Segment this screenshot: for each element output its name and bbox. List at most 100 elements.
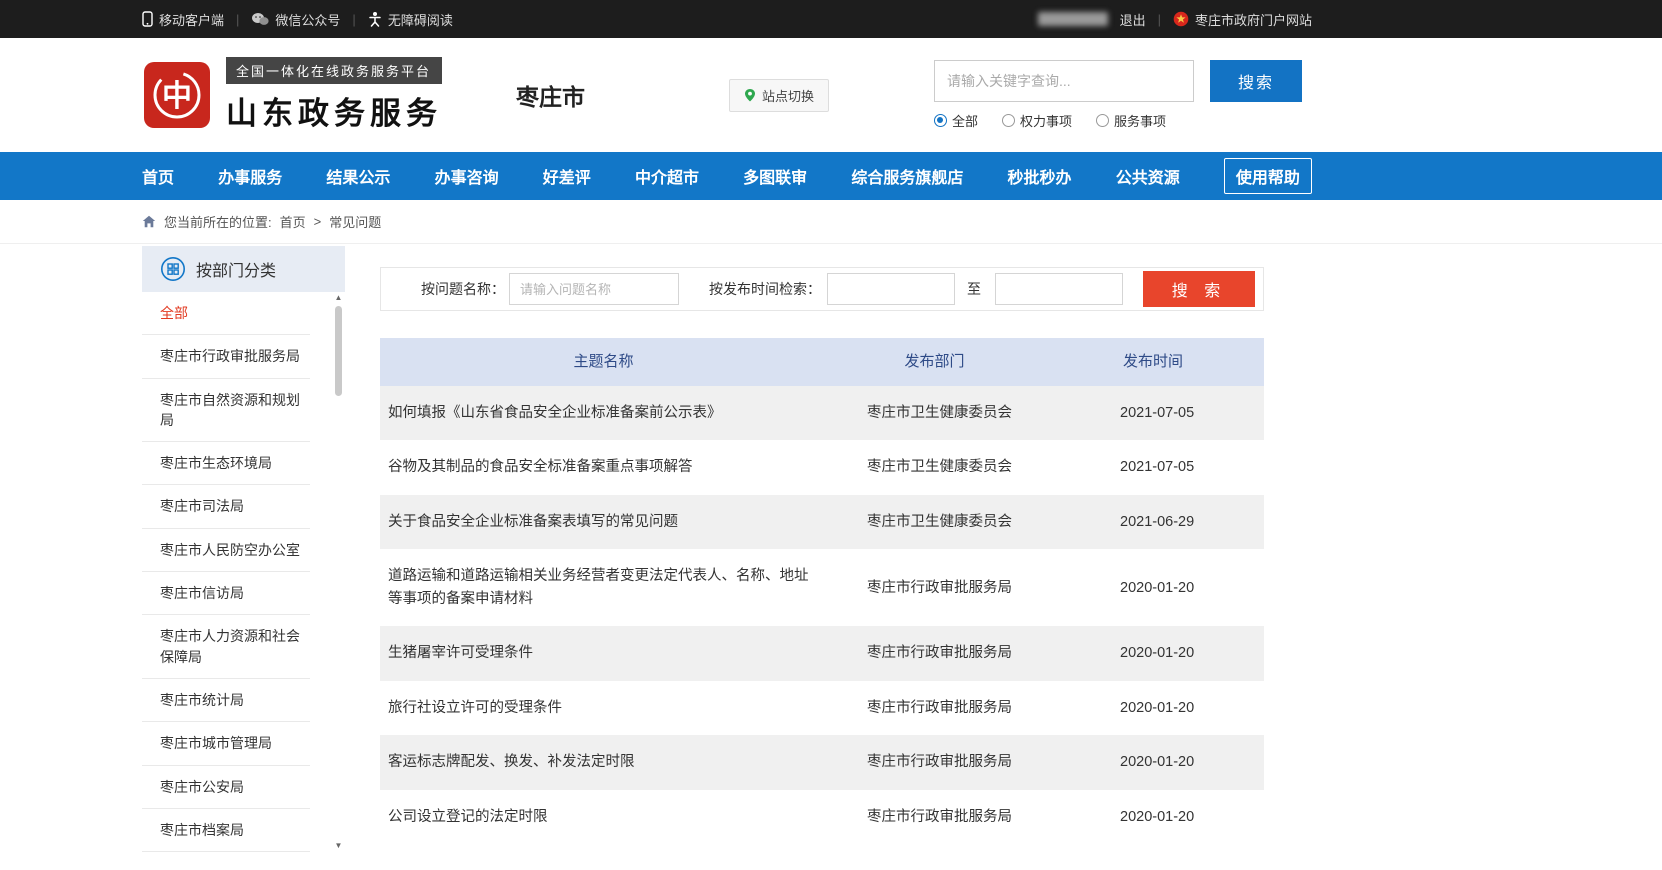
nav-flagship-store[interactable]: 综合服务旗舰店 <box>851 164 963 188</box>
breadcrumb-bar: 您当前所在的位置: 首页 > 常见问题 <box>0 200 1662 244</box>
table-row: 客运标志牌配发、换发、补发法定时限 枣庄市行政审批服务局 2020-01-20 <box>380 735 1264 789</box>
row-department: 枣庄市行政审批服务局 <box>827 806 1042 828</box>
sidebar-item-civil-defense[interactable]: 枣庄市人民防空办公室 <box>142 529 310 572</box>
keyword-search-input[interactable] <box>934 60 1194 102</box>
scroll-up-icon[interactable]: ▲ <box>335 294 343 302</box>
sidebar-item-admin-approval[interactable]: 枣庄市行政审批服务局 <box>142 335 310 378</box>
row-title-link[interactable]: 旅行社设立许可的受理条件 <box>380 681 827 735</box>
current-city: 枣庄市 <box>516 78 585 112</box>
sidebar-item-petition[interactable]: 枣庄市信访局 <box>142 572 310 615</box>
sidebar-item-all[interactable]: 全部 <box>142 292 310 335</box>
platform-tagline: 全国一体化在线政务服务平台 <box>226 57 442 84</box>
sidebar-item-archives[interactable]: 枣庄市档案局 <box>142 809 310 852</box>
nav-reviews[interactable]: 好差评 <box>543 164 591 188</box>
sidebar-item-justice[interactable]: 枣庄市司法局 <box>142 485 310 528</box>
row-date: 2020-01-20 <box>1042 806 1264 828</box>
radio-power-matters[interactable]: 权力事项 <box>1002 111 1072 130</box>
breadcrumb-home[interactable]: 首页 <box>280 212 306 231</box>
scroll-down-icon[interactable]: ▼ <box>335 842 343 850</box>
nav-multi-review[interactable]: 多图联审 <box>743 164 807 188</box>
main-content: 按问题名称： 按发布时间检索： 至 搜 索 主题名称 发布部门 发布时间 如何填… <box>380 246 1264 844</box>
nav-results[interactable]: 结果公示 <box>326 164 390 188</box>
radio-service-matters[interactable]: 服务事项 <box>1096 111 1166 130</box>
breadcrumb-separator: > <box>314 214 322 229</box>
filter-bar: 按问题名称： 按发布时间检索： 至 搜 索 <box>380 267 1264 311</box>
svg-text:中: 中 <box>162 80 192 113</box>
sidebar-item-statistics[interactable]: 枣庄市统计局 <box>142 679 310 722</box>
accessibility-label: 无障碍阅读 <box>388 10 453 29</box>
breadcrumb-prefix: 您当前所在的位置: <box>164 212 272 231</box>
row-date: 2020-01-20 <box>1042 577 1264 599</box>
site-name: 山东政务服务 <box>226 88 442 133</box>
radio-all[interactable]: 全部 <box>934 111 978 130</box>
row-department: 枣庄市行政审批服务局 <box>827 642 1042 664</box>
row-title-link[interactable]: 如何填报《山东省食品安全企业标准备案前公示表》 <box>380 386 827 440</box>
sidebar-item-natural-resources[interactable]: 枣庄市自然资源和规划局 <box>142 379 310 443</box>
search-scope-radios: 全部 权力事项 服务事项 <box>934 111 1302 130</box>
scrollbar-thumb[interactable] <box>335 306 342 396</box>
mobile-phone-icon <box>142 11 153 27</box>
row-date: 2021-06-29 <box>1042 511 1264 533</box>
separator: | <box>236 12 239 27</box>
wechat-link[interactable]: 微信公众号 <box>251 10 340 29</box>
site-logo[interactable]: 中 全国一体化在线政务服务平台 山东政务服务 <box>142 57 442 133</box>
question-name-input[interactable] <box>509 273 679 305</box>
header-topic-name: 主题名称 <box>380 350 827 373</box>
table-row: 旅行社设立许可的受理条件 枣庄市行政审批服务局 2020-01-20 <box>380 681 1264 735</box>
portal-link[interactable]: 枣庄市政府门户网站 <box>1173 10 1312 29</box>
row-department: 枣庄市卫生健康委员会 <box>827 402 1042 424</box>
nav-public-resources[interactable]: 公共资源 <box>1116 164 1180 188</box>
row-title-link[interactable]: 客运标志牌配发、换发、补发法定时限 <box>380 735 827 789</box>
table-header-row: 主题名称 发布部门 发布时间 <box>380 338 1264 386</box>
filter-search-button[interactable]: 搜 索 <box>1143 271 1255 307</box>
publish-time-label: 按发布时间检索： <box>709 279 821 299</box>
radio-all-label: 全部 <box>952 111 978 130</box>
radio-power-label: 权力事项 <box>1020 111 1072 130</box>
department-sidebar: 按部门分类 全部 枣庄市行政审批服务局 枣庄市自然资源和规划局 枣庄市生态环境局… <box>142 246 345 852</box>
date-to-input[interactable] <box>995 273 1123 305</box>
nav-consultation[interactable]: 办事咨询 <box>435 164 499 188</box>
separator: | <box>352 12 355 27</box>
sidebar-item-public-security[interactable]: 枣庄市公安局 <box>142 766 310 809</box>
portal-label: 枣庄市政府门户网站 <box>1195 10 1312 29</box>
keyword-search-button[interactable]: 搜索 <box>1210 60 1302 102</box>
question-name-label: 按问题名称： <box>421 279 505 299</box>
sidebar-item-ecology[interactable]: 枣庄市生态环境局 <box>142 442 310 485</box>
wechat-label: 微信公众号 <box>275 10 340 29</box>
row-title-link[interactable]: 道路运输和道路运输相关业务经营者变更法定代表人、名称、地址等事项的备案申请材料 <box>380 549 827 626</box>
radio-selected-icon <box>934 114 947 127</box>
table-row: 如何填报《山东省食品安全企业标准备案前公示表》 枣庄市卫生健康委员会 2021-… <box>380 386 1264 440</box>
nav-instant-approval[interactable]: 秒批秒办 <box>1008 164 1072 188</box>
row-title-link[interactable]: 关于食品安全企业标准备案表填写的常见问题 <box>380 495 827 549</box>
row-date: 2020-01-20 <box>1042 697 1264 719</box>
separator: | <box>1158 12 1161 27</box>
nav-home[interactable]: 首页 <box>142 164 174 188</box>
department-category-icon <box>160 256 186 282</box>
logout-link[interactable]: 退出 <box>1120 10 1146 29</box>
table-row: 公司设立登记的法定时限 枣庄市行政审批服务局 2020-01-20 <box>380 790 1264 844</box>
wechat-icon <box>251 12 269 26</box>
nav-intermediary[interactable]: 中介超市 <box>635 164 699 188</box>
row-title-link[interactable]: 公司设立登记的法定时限 <box>380 790 827 844</box>
sidebar-header: 按部门分类 <box>142 246 345 292</box>
national-emblem-icon <box>1173 11 1189 27</box>
row-title-link[interactable]: 谷物及其制品的食品安全标准备案重点事项解答 <box>380 440 827 494</box>
breadcrumb-current: 常见问题 <box>329 212 381 231</box>
row-title-link[interactable]: 生猪屠宰许可受理条件 <box>380 626 827 680</box>
date-from-input[interactable] <box>827 273 955 305</box>
sidebar-title: 按部门分类 <box>196 257 276 281</box>
row-department: 枣庄市行政审批服务局 <box>827 577 1042 599</box>
radio-unselected-icon <box>1002 114 1015 127</box>
sidebar-item-urban-management[interactable]: 枣庄市城市管理局 <box>142 722 310 765</box>
mobile-client-link[interactable]: 移动客户端 <box>142 10 224 29</box>
sidebar-item-hr-social-security[interactable]: 枣庄市人力资源和社会保障局 <box>142 615 310 679</box>
accessibility-icon <box>368 11 382 27</box>
accessibility-link[interactable]: 无障碍阅读 <box>368 10 453 29</box>
sidebar-scrollbar[interactable]: ▲ ▼ <box>332 292 345 852</box>
faq-table: 主题名称 发布部门 发布时间 如何填报《山东省食品安全企业标准备案前公示表》 枣… <box>380 338 1264 844</box>
nav-services[interactable]: 办事服务 <box>218 164 282 188</box>
nav-help[interactable]: 使用帮助 <box>1224 158 1312 194</box>
username-redacted <box>1038 12 1108 26</box>
row-date: 2021-07-05 <box>1042 456 1264 478</box>
site-switch-button[interactable]: 站点切换 <box>729 79 829 112</box>
